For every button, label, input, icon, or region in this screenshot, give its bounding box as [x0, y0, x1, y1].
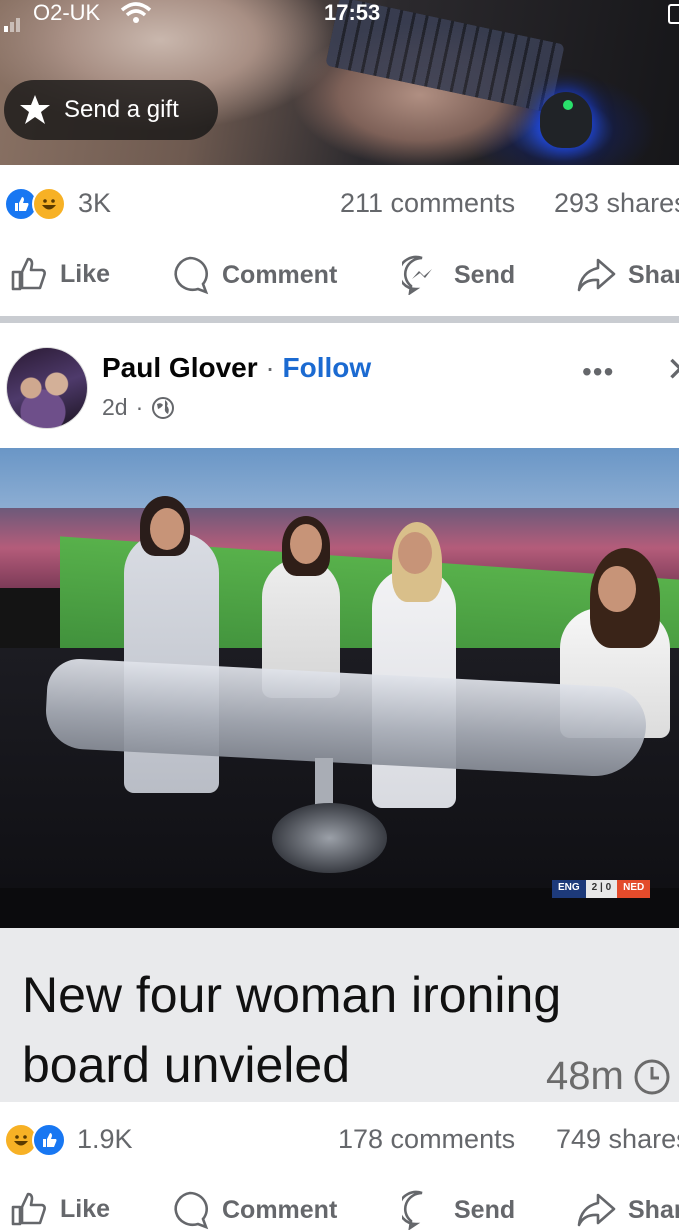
- status-bar: O2-UK 17:53: [0, 0, 679, 32]
- thumbs-up-icon: [11, 1192, 46, 1226]
- globe-icon: [152, 396, 175, 419]
- share-button[interactable]: Share: [576, 255, 679, 295]
- post-meta: 2d ·: [102, 394, 175, 421]
- score-home: ENG: [552, 880, 586, 898]
- close-icon[interactable]: ✕: [666, 350, 679, 390]
- battery-icon: [668, 4, 679, 24]
- caption-time: 48m: [546, 1054, 624, 1098]
- send-gift-label: Send a gift: [64, 96, 179, 123]
- share-arrow-icon: [577, 258, 616, 292]
- avatar[interactable]: [6, 347, 88, 429]
- send-gift-button[interactable]: Send a gift: [4, 80, 218, 140]
- share-button[interactable]: Share: [576, 1190, 679, 1230]
- send-label: Send: [454, 260, 516, 289]
- reaction-icons[interactable]: [4, 187, 66, 221]
- post-separator: [0, 316, 679, 323]
- more-options-icon[interactable]: •••: [582, 356, 614, 388]
- signal-icon: [4, 6, 22, 32]
- share-count[interactable]: 749 shares: [556, 1124, 679, 1155]
- post-photo[interactable]: ENG 2 | 0 NED: [0, 448, 679, 928]
- meta-dot: ·: [135, 394, 144, 420]
- comment-count[interactable]: 178 comments: [338, 1124, 515, 1155]
- reaction-count[interactable]: 1.9K: [77, 1124, 133, 1155]
- messenger-icon: [402, 255, 432, 295]
- comment-bubble-icon: [174, 1191, 209, 1230]
- score-bug: ENG 2 | 0 NED: [552, 880, 679, 898]
- send-button[interactable]: Send: [402, 1190, 515, 1230]
- comment-label: Comment: [222, 1195, 338, 1224]
- share-label: Share: [628, 260, 679, 289]
- author-name[interactable]: Paul Glover: [102, 352, 258, 383]
- post-time[interactable]: 2d: [102, 394, 128, 421]
- share-arrow-icon: [577, 1193, 616, 1227]
- messenger-icon: [402, 1190, 423, 1230]
- score-value: 2 | 0: [585, 880, 618, 898]
- follow-button[interactable]: Follow: [283, 352, 372, 383]
- haha-reaction-icon: [32, 187, 66, 221]
- clock: 17:53: [324, 0, 381, 25]
- caption-timestamp: 48m: [546, 1054, 672, 1099]
- like-button[interactable]: Like: [10, 1190, 110, 1228]
- comment-count[interactable]: 211 comments: [340, 188, 515, 219]
- gift-star-icon: [20, 95, 50, 124]
- comment-bubble-icon: [174, 256, 209, 295]
- like-label: Like: [60, 1194, 111, 1223]
- presenter-head: [290, 524, 322, 564]
- share-label: Share: [628, 1195, 679, 1224]
- clock-icon: [634, 1059, 670, 1094]
- presenter-head: [598, 566, 636, 612]
- share-count[interactable]: 293 shares: [554, 188, 679, 219]
- mouse-logo-graphic: [563, 100, 573, 110]
- presenter-head: [150, 508, 184, 550]
- reaction-count[interactable]: 3K: [78, 188, 111, 219]
- like-reaction-icon: [32, 1123, 66, 1157]
- send-label: Send: [454, 1195, 516, 1224]
- post-author-line: Paul Glover · Follow: [102, 352, 371, 384]
- presenter-head: [398, 532, 432, 574]
- reaction-icons[interactable]: [4, 1123, 66, 1157]
- wifi-icon: [120, 2, 152, 30]
- name-separator: ·: [265, 352, 275, 383]
- send-button[interactable]: Send: [402, 255, 515, 295]
- comment-label: Comment: [222, 260, 338, 289]
- comment-button[interactable]: Comment: [170, 255, 337, 295]
- score-away: NED: [617, 880, 651, 898]
- thumbs-up-icon: [11, 257, 46, 291]
- desk-base: [272, 803, 387, 873]
- like-label: Like: [60, 259, 111, 288]
- carrier-label: O2-UK: [33, 0, 101, 25]
- like-button[interactable]: Like: [10, 255, 110, 293]
- comment-button[interactable]: Comment: [170, 1190, 337, 1230]
